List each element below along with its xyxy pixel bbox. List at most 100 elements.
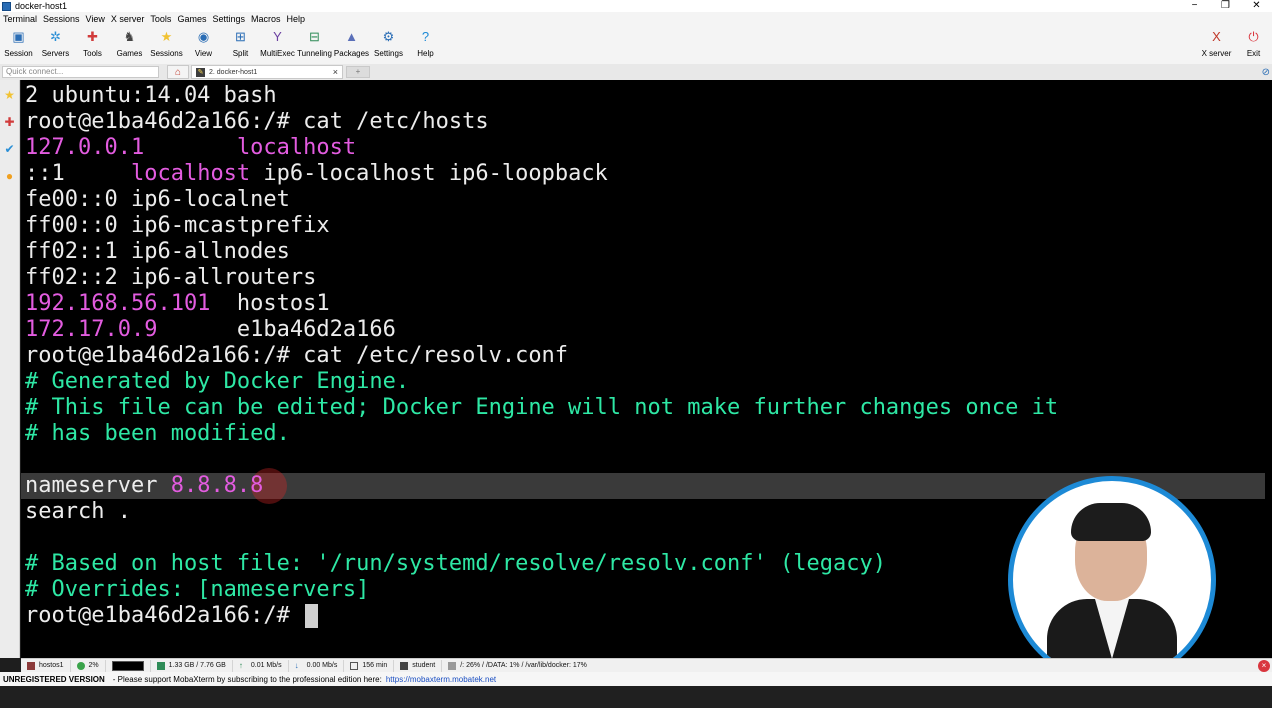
- sftp-icon[interactable]: ●: [3, 169, 17, 183]
- quick-connect-input[interactable]: Quick connect...: [2, 66, 159, 78]
- user-icon: [400, 661, 409, 670]
- terminal-line: # Based on host file: '/run/systemd/reso…: [25, 551, 886, 577]
- toolbar-label: Packages: [333, 49, 370, 58]
- webcam-overlay: [1008, 476, 1216, 684]
- servers-button[interactable]: ✲ Servers: [37, 26, 74, 64]
- home-icon: ⌂: [174, 66, 182, 78]
- tab-label: 2. docker-host1: [209, 68, 258, 76]
- attach-icon[interactable]: ⊘: [1262, 67, 1270, 78]
- split-button[interactable]: ⊞ Split: [222, 26, 259, 64]
- terminal-text: 192.168.56.101: [25, 291, 211, 316]
- games-button[interactable]: ♞ Games: [111, 26, 148, 64]
- x-server-button[interactable]: X X server: [1198, 26, 1235, 64]
- tab-row: Quick connect... ⌂ ✎ 2. docker-host1 × +…: [0, 64, 1272, 80]
- cpu-graph: [111, 660, 144, 671]
- gear-icon: ⚙: [382, 29, 395, 44]
- terminal-line: # This file can be edited; Docker Engine…: [25, 395, 1058, 421]
- bottom-edge: [0, 686, 1272, 708]
- maximize-icon[interactable]: ❐: [1210, 0, 1241, 12]
- terminal-text: search .: [25, 499, 131, 524]
- menu-macros[interactable]: Macros: [248, 14, 284, 24]
- toolbar: ▣ Session ✲ Servers ✚ Tools ♞ Games ★ Sessions ◉ Vi…: [0, 26, 1272, 64]
- left-sidebar: ★ ✚ ✔ ●: [0, 80, 20, 658]
- cpu-icon: [76, 661, 85, 670]
- games-icon: ♞: [123, 29, 136, 44]
- terminal-line: 192.168.56.101 hostos1: [25, 291, 330, 317]
- terminal-line: 2 ubuntu:14.04 bash: [25, 83, 277, 109]
- macros-icon[interactable]: ✔: [3, 142, 17, 156]
- exit-button[interactable]: ⏻ Exit: [1235, 26, 1272, 64]
- menu-x-server[interactable]: X server: [108, 14, 148, 24]
- packages-icon: ▲: [345, 29, 358, 44]
- terminal-line: root@e1ba46d2a166:/#: [25, 603, 303, 629]
- split-icon: ⊞: [235, 29, 246, 44]
- new-tab-button[interactable]: +: [346, 66, 370, 78]
- terminal-line: # Overrides: [nameservers]: [25, 577, 369, 603]
- terminal-line: ff02::2 ip6-allrouters: [25, 265, 316, 291]
- sessions-star-icon[interactable]: ★: [3, 88, 17, 102]
- toolbar-label: X server: [1201, 49, 1232, 58]
- terminal-text: root@e1ba46d2a166:/#: [25, 603, 304, 628]
- packages-button[interactable]: ▲ Packages: [333, 26, 370, 64]
- toolbar-label: View: [194, 49, 213, 58]
- terminal-text: # This file can be edited; Docker Engine…: [25, 395, 1059, 420]
- help-button[interactable]: ? Help: [407, 26, 444, 64]
- x-server-icon: X: [1212, 29, 1221, 44]
- tools-icon[interactable]: ✚: [3, 115, 17, 129]
- status-disks: /: 26% / /DATA: 1% / /var/lib/docker: 17…: [442, 660, 593, 672]
- host-icon: [27, 661, 35, 670]
- tab-docker-host1[interactable]: ✎ 2. docker-host1 ×: [191, 65, 343, 79]
- mobatek-link[interactable]: https://mobaxterm.mobatek.net: [386, 675, 496, 684]
- menu-tools[interactable]: Tools: [147, 14, 174, 24]
- notice-message: - Please support MobaXterm by subscribin…: [112, 674, 382, 684]
- home-tab[interactable]: ⌂: [167, 65, 189, 79]
- clock-icon: [350, 661, 359, 670]
- menu-terminal[interactable]: Terminal: [0, 14, 40, 24]
- terminal-line: search .: [25, 499, 131, 525]
- presenter-hair: [1071, 503, 1151, 541]
- sessions-button[interactable]: ★ Sessions: [148, 26, 185, 64]
- unregistered-label: UNREGISTERED VERSION: [3, 674, 105, 684]
- session-button[interactable]: ▣ Session: [0, 26, 37, 64]
- toolbar-label: Tunneling: [297, 49, 332, 58]
- toolbar-label: Help: [417, 49, 434, 58]
- menu-settings[interactable]: Settings: [209, 14, 248, 24]
- window-title: docker-host1: [15, 1, 68, 11]
- view-icon: ◉: [197, 29, 210, 44]
- tunneling-icon: ⊟: [309, 29, 320, 44]
- tools-button[interactable]: ✚ Tools: [74, 26, 111, 64]
- terminal-text: nameserver: [25, 473, 171, 498]
- menu-help[interactable]: Help: [284, 14, 309, 24]
- menu-view[interactable]: View: [83, 14, 108, 24]
- status-user: student: [394, 659, 443, 672]
- terminal-text: e1ba46d2a166: [157, 317, 396, 342]
- session-icon: ▣: [12, 29, 25, 44]
- settings-button[interactable]: ⚙ Settings: [370, 26, 407, 64]
- terminal-text: # Generated by Docker Engine.: [25, 369, 410, 394]
- multiexec-button[interactable]: Y MultiExec: [259, 26, 296, 64]
- menu-games[interactable]: Games: [174, 14, 209, 24]
- toolbar-label: Games: [116, 49, 143, 58]
- tab-close-icon[interactable]: ×: [333, 67, 338, 77]
- terminal-text: localhost: [130, 161, 251, 186]
- status-close-icon[interactable]: ×: [1258, 659, 1270, 672]
- tools-icon: ✚: [87, 29, 98, 44]
- menu-sessions[interactable]: Sessions: [40, 14, 83, 24]
- terminal-line: 127.0.0.1 localhost: [25, 135, 356, 161]
- title-bar: docker-host1 − ❐ ✕: [0, 0, 1272, 12]
- status-download: ↓ 0.00 Mb/s: [289, 659, 345, 672]
- unregistered-notice: UNREGISTERED VERSION - Please support Mo…: [0, 672, 1272, 686]
- view-button[interactable]: ◉ View: [185, 26, 222, 64]
- terminal-text: 2 ubuntu:14.04 bash: [25, 83, 277, 108]
- terminal-line: root@e1ba46d2a166:/# cat /etc/hosts: [25, 109, 489, 135]
- toolbar-label: Session: [4, 49, 33, 58]
- tunneling-button[interactable]: ⊟ Tunneling: [296, 26, 333, 64]
- terminal-text: localhost: [236, 135, 357, 160]
- close-icon[interactable]: ✕: [1241, 0, 1272, 12]
- minimize-icon[interactable]: −: [1179, 0, 1210, 12]
- terminal-cursor: [305, 604, 318, 628]
- menu-bar: Terminal Sessions View X server Tools Games Se…: [0, 12, 1272, 26]
- download-icon: ↓: [294, 660, 299, 670]
- toolbar-label: MultiExec: [260, 49, 295, 58]
